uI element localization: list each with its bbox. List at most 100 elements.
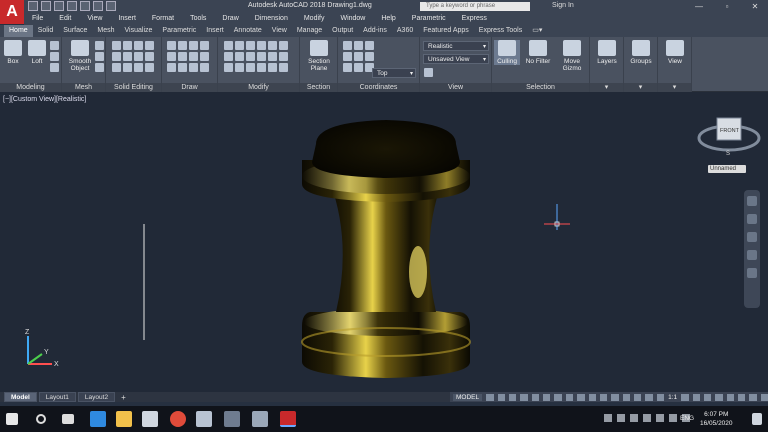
menu-dimension[interactable]: Dimension	[247, 13, 296, 25]
file-explorer-icon[interactable]	[116, 411, 132, 427]
point-icon[interactable]	[189, 63, 198, 72]
menu-express[interactable]: Express	[454, 13, 495, 25]
viewcube-south-label[interactable]: S	[726, 151, 730, 157]
shell-icon[interactable]	[145, 63, 154, 72]
spline-icon[interactable]	[167, 52, 176, 61]
3d-mirror-icon[interactable]	[268, 63, 277, 72]
isolate-objects-icon[interactable]	[726, 393, 735, 401]
app-icon-2[interactable]	[224, 411, 240, 427]
viewport-config-icon[interactable]	[424, 68, 433, 77]
undo-icon[interactable]	[93, 1, 103, 11]
object-snap-icon[interactable]	[577, 393, 585, 401]
tab-output[interactable]: Output	[327, 25, 358, 37]
3d-rotate-icon[interactable]	[246, 63, 255, 72]
presspull-icon[interactable]	[50, 52, 59, 61]
tab-view[interactable]: View	[267, 25, 292, 37]
annotation-scale[interactable]: 1:1	[668, 394, 677, 401]
showmotion-icon[interactable]	[747, 268, 757, 278]
3d-move-icon[interactable]	[235, 63, 244, 72]
array-icon[interactable]	[246, 52, 255, 61]
menu-tools[interactable]: Tools	[182, 13, 214, 25]
ucs-x-icon[interactable]	[354, 52, 363, 61]
hatch-icon[interactable]	[200, 52, 209, 61]
fillet-edge-icon[interactable]	[134, 63, 143, 72]
dynamic-ucs-icon[interactable]	[634, 393, 642, 401]
explode-icon[interactable]	[257, 52, 266, 61]
tab-a360[interactable]: A360	[392, 25, 418, 37]
section-plane-button[interactable]: Section Plane	[303, 40, 335, 72]
move-gizmo-button[interactable]: Move Gizmo	[556, 40, 588, 72]
people-icon[interactable]	[604, 414, 612, 422]
tab-layout2[interactable]: Layout2	[77, 392, 116, 402]
trim-icon[interactable]	[224, 52, 233, 61]
customize-icon[interactable]	[760, 393, 768, 401]
groups-button[interactable]: Groups	[627, 40, 655, 65]
new-icon[interactable]	[28, 1, 38, 11]
clock[interactable]: 6:07 PM 16/05/2020	[700, 410, 733, 428]
ucs-menu[interactable]: Unnamed	[708, 165, 746, 173]
pan-icon[interactable]	[747, 214, 757, 224]
redo-icon[interactable]	[106, 1, 116, 11]
steering-wheel-icon[interactable]	[747, 196, 757, 206]
isodraft-icon[interactable]	[554, 393, 562, 401]
search-input[interactable]: Type a keyword or phrase	[420, 2, 530, 11]
tab-annotate[interactable]: Annotate	[229, 25, 267, 37]
interfere-icon[interactable]	[145, 41, 154, 50]
copy-icon[interactable]	[235, 41, 244, 50]
union-icon[interactable]	[112, 41, 121, 50]
quick-properties-icon[interactable]	[715, 393, 723, 401]
extract-edges-icon[interactable]	[112, 63, 121, 72]
fillet-icon[interactable]	[235, 52, 244, 61]
menu-format[interactable]: Format	[144, 13, 182, 25]
infer-icon[interactable]	[508, 393, 517, 401]
menu-view[interactable]: View	[79, 13, 110, 25]
ucs-icon[interactable]: Z Y X	[25, 329, 59, 368]
tab-add-ins[interactable]: Add-ins	[358, 25, 392, 37]
imprint-icon[interactable]	[134, 52, 143, 61]
revolve-icon[interactable]	[50, 63, 59, 72]
tab-home[interactable]: Home	[4, 25, 33, 37]
windows-start-icon[interactable]	[6, 413, 18, 425]
layers-button[interactable]: Layers	[594, 40, 620, 65]
move-icon[interactable]	[224, 41, 233, 50]
add-layout-button[interactable]: +	[117, 393, 130, 402]
mesh-crease-icon[interactable]	[95, 63, 104, 72]
3d-osnap-icon[interactable]	[622, 393, 630, 401]
ribbon-minimize-toggle[interactable]: ▭▾	[527, 25, 547, 37]
culling-button[interactable]: Culling	[494, 40, 520, 65]
subtract-icon[interactable]	[123, 41, 132, 50]
object-snap-tracking-icon[interactable]	[565, 393, 574, 401]
mirror-icon[interactable]	[268, 41, 277, 50]
edge-browser-icon[interactable]	[90, 411, 106, 427]
offset-icon[interactable]	[268, 52, 277, 61]
autocad-logo[interactable]: A	[0, 0, 24, 24]
ucs-3point-icon[interactable]	[343, 52, 352, 61]
mesh-icon[interactable]	[95, 41, 104, 50]
panel-layers-expand[interactable]: ▾	[590, 83, 623, 92]
tab-mesh[interactable]: Mesh	[92, 25, 119, 37]
close-button[interactable]: ✕	[740, 0, 768, 13]
transparency-icon[interactable]	[599, 393, 608, 401]
tab-solid[interactable]: Solid	[33, 25, 59, 37]
no-filter-button[interactable]: No Filter	[522, 40, 554, 65]
box-button[interactable]: Box	[4, 40, 22, 65]
hardware-acceleration-icon[interactable]	[738, 393, 746, 401]
selection-cycling-icon[interactable]	[611, 393, 619, 401]
menu-modify[interactable]: Modify	[296, 13, 333, 25]
offset-edge-icon[interactable]	[123, 63, 132, 72]
tab-manage[interactable]: Manage	[292, 25, 327, 37]
search-icon[interactable]	[36, 414, 46, 424]
workspace-icon[interactable]	[681, 393, 689, 401]
network-icon[interactable]	[669, 414, 677, 422]
ucs-icon[interactable]	[343, 41, 352, 50]
line-icon[interactable]	[167, 41, 176, 50]
restore-button[interactable]: ▫	[712, 0, 742, 13]
panel-groups-expand[interactable]: ▾	[624, 83, 657, 92]
tab-express-tools[interactable]: Express Tools	[474, 25, 527, 37]
orbit-icon[interactable]	[747, 250, 757, 260]
clean-screen-icon[interactable]	[749, 393, 757, 401]
3d-array-icon[interactable]	[279, 63, 288, 72]
separate-icon[interactable]	[145, 52, 154, 61]
snap-icon[interactable]	[497, 393, 505, 401]
dynamic-input-icon[interactable]	[520, 393, 528, 401]
